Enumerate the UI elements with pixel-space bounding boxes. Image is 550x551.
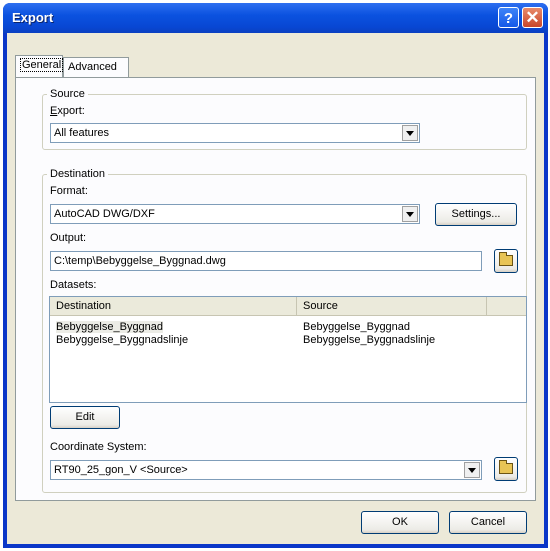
table-row-source[interactable]: Bebyggelse_Byggnadslinje (303, 334, 435, 346)
folder-open-icon (499, 252, 513, 266)
tab-advanced-label: Advanced (68, 61, 117, 73)
table-row-source[interactable]: Bebyggelse_Byggnad (303, 321, 410, 333)
settings-button[interactable]: Settings... (435, 203, 517, 226)
coord-system-label: Coordinate System: (50, 441, 147, 453)
tab-advanced[interactable]: Advanced (63, 57, 129, 77)
source-legend: Source (50, 88, 85, 100)
cancel-button[interactable]: Cancel (449, 511, 527, 534)
output-browse-button[interactable] (494, 249, 518, 273)
edit-button[interactable]: Edit (50, 406, 120, 429)
export-label-text: xport: (57, 105, 85, 117)
column-header-filler (487, 297, 526, 316)
window-title: Export (12, 10, 54, 25)
tab-general-label: General (20, 58, 64, 72)
format-value: AutoCAD DWG/DXF (54, 208, 155, 220)
coord-browse-button[interactable] (494, 457, 518, 481)
coord-system-dropdown[interactable]: RT90_25_gon_V <Source> (50, 460, 482, 480)
datasets-list[interactable]: Destination Source Bebyggelse_Byggnad Be… (49, 296, 527, 403)
chevron-down-icon[interactable] (402, 206, 418, 222)
output-label: Output: (50, 232, 87, 244)
format-dropdown[interactable]: AutoCAD DWG/DXF (50, 204, 420, 224)
folder-open-icon (499, 460, 513, 474)
format-label: Format: (50, 185, 88, 197)
help-button[interactable]: ? (498, 7, 519, 28)
close-button[interactable]: ✕ (522, 7, 543, 28)
tab-general[interactable]: General (15, 55, 64, 77)
title-bar: Export ? ✕ (3, 3, 548, 33)
output-value: C:\temp\Bebyggelse_Byggnad.dwg (54, 255, 226, 267)
ok-button[interactable]: OK (361, 511, 439, 534)
coord-system-value: RT90_25_gon_V <Source> (54, 464, 188, 476)
table-row-destination[interactable]: Bebyggelse_Byggnadslinje (56, 334, 188, 346)
table-row-destination[interactable]: Bebyggelse_Byggnad (56, 321, 164, 333)
export-dropdown[interactable]: All features (50, 123, 420, 143)
datasets-label: Datasets: (50, 279, 97, 291)
export-dialog: Export ? ✕ General Advanced Source Expor… (3, 3, 548, 548)
destination-legend: Destination (50, 168, 106, 180)
column-header-destination[interactable]: Destination (50, 297, 297, 316)
dialog-body: General Advanced Source Export: All feat… (7, 33, 544, 544)
column-header-source[interactable]: Source (297, 297, 487, 316)
output-field[interactable]: C:\temp\Bebyggelse_Byggnad.dwg (50, 251, 482, 271)
export-label: Export: (50, 105, 85, 117)
chevron-down-icon[interactable] (464, 462, 480, 478)
chevron-down-icon[interactable] (402, 125, 418, 141)
export-value: All features (54, 127, 110, 139)
